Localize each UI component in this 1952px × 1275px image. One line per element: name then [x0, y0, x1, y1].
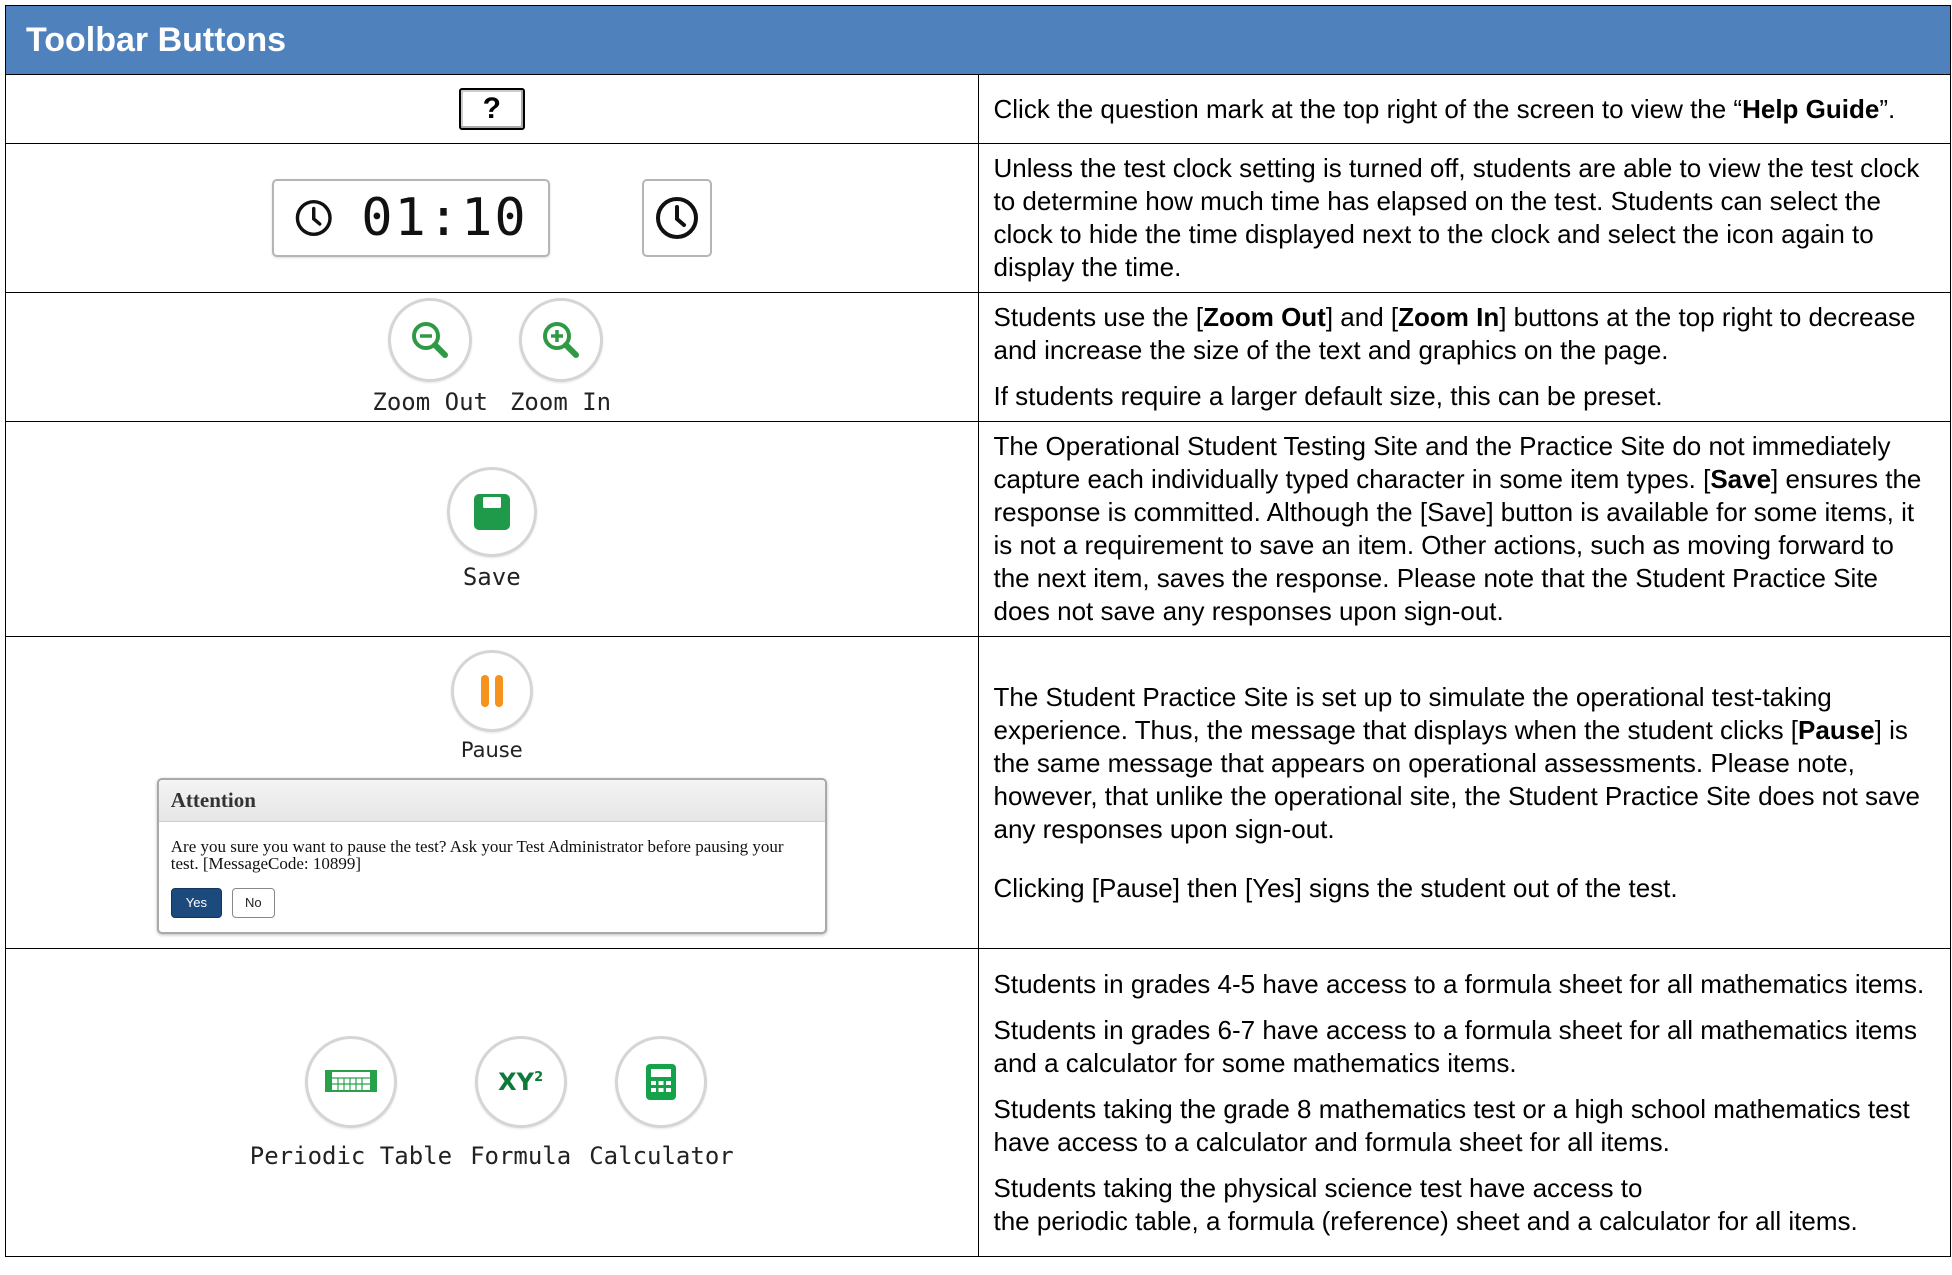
clock-time: 01:10: [361, 188, 528, 248]
test-clock-button[interactable]: 01:10: [271, 179, 550, 257]
zoom-paragraph-1: Students use the [Zoom Out] and [Zoom In…: [994, 301, 1935, 367]
formula-icon: XY2: [498, 1068, 543, 1096]
table-row-pause: Pause Attention Are you sure you want to…: [5, 636, 1951, 949]
tools-paragraph-3: Students taking the grade 8 mathematics …: [993, 1093, 1910, 1157]
formula-icon-sup: 2: [534, 1069, 544, 1085]
zoom-in-icon: [542, 322, 579, 358]
question-mark-icon: ?: [482, 92, 501, 125]
help-desc-text: Click the question mark at the top right…: [993, 93, 1743, 124]
pause-icon: [480, 674, 503, 707]
formula-icon-text: XY: [498, 1067, 535, 1096]
tools-description: Students in grades 4-5 have access to a …: [977, 948, 1951, 1257]
tools-p4-line1: Students taking the physical science tes…: [993, 1172, 1643, 1203]
save-button[interactable]: Save: [446, 467, 537, 591]
pause-bold: Pause: [1798, 714, 1875, 745]
table-row-save: Save The Operational Student Testing Sit…: [5, 421, 1951, 637]
save-icon: [473, 494, 510, 530]
tools-paragraph-1: Students in grades 4-5 have access to a …: [993, 968, 1925, 999]
zoom-in-button[interactable]: Zoom In: [510, 298, 611, 416]
formula-label: Formula: [470, 1141, 572, 1170]
calculator-label: Calculator: [589, 1141, 734, 1170]
table-row-tools: Periodic Table XY2 Formula Calculator St…: [5, 948, 1951, 1257]
help-guide-bold: Help Guide: [1742, 93, 1880, 124]
save-icon-cell: Save: [5, 421, 979, 637]
zoom-icon-cell: Zoom Out Zoom In: [5, 292, 979, 422]
pause-label: Pause: [460, 737, 523, 762]
table-row-clock: 01:10 Unless the test clock setting is t…: [5, 143, 1951, 293]
zoom-in-label: Zoom In: [509, 388, 612, 416]
clock-icon: [295, 199, 332, 237]
attention-dialog: Attention Are you sure you want to pause…: [156, 777, 827, 934]
table-row-help: ? Click the question mark at the top rig…: [5, 74, 1951, 144]
dialog-message: Are you sure you want to pause the test?…: [170, 836, 784, 873]
zoom-text: ] and [: [1325, 302, 1399, 332]
dialog-yes-button[interactable]: Yes: [170, 887, 222, 918]
pause-icon-cell: Pause Attention Are you sure you want to…: [5, 636, 979, 949]
periodic-table-label: Periodic Table: [249, 1141, 453, 1170]
zoom-out-label: Zoom Out: [372, 388, 488, 416]
zoom-text: Students use the [: [993, 302, 1204, 332]
zoom-description: Students use the [Zoom Out] and [Zoom In…: [977, 292, 1951, 422]
help-icon-cell: ?: [5, 74, 979, 144]
zoom-out-bold: Zoom Out: [1203, 302, 1326, 332]
pause-text: The Student Practice Site is set up to s…: [993, 681, 1832, 745]
calculator-icon: [646, 1063, 677, 1100]
tools-paragraph-2: Students in grades 6-7 have access to a …: [993, 1014, 1917, 1078]
tools-icon-cell: Periodic Table XY2 Formula Calculator: [5, 948, 979, 1257]
pause-button[interactable]: Pause: [450, 649, 533, 762]
tools-paragraph-4: Students taking the physical science tes…: [994, 1172, 1935, 1238]
pause-paragraph-1: The Student Practice Site is set up to s…: [994, 681, 1935, 846]
toolbar-buttons-document: Toolbar Buttons ? Click the question mar…: [5, 5, 1951, 1257]
dialog-title: Attention: [158, 779, 825, 822]
pause-paragraph-2: Clicking [Pause] then [Yes] signs the st…: [993, 872, 1678, 903]
zoom-out-button[interactable]: Zoom Out: [372, 298, 488, 416]
help-desc-end: ”.: [1879, 93, 1896, 124]
pause-description: The Student Practice Site is set up to s…: [977, 636, 1951, 949]
periodic-table-icon: [324, 1069, 377, 1092]
tools-p4-line2: the periodic table, a formula (reference…: [993, 1205, 1858, 1236]
zoom-out-icon: [412, 322, 449, 358]
dialog-no-button[interactable]: No: [231, 887, 275, 918]
periodic-table-button[interactable]: Periodic Table: [249, 1035, 453, 1170]
calculator-button[interactable]: Calculator: [589, 1035, 734, 1170]
clock-icon: [655, 197, 698, 239]
save-description: The Operational Student Testing Site and…: [977, 421, 1951, 637]
save-label: Save: [462, 563, 521, 591]
toolbar-buttons-table: Toolbar Buttons ? Click the question mar…: [5, 5, 1951, 1257]
save-bold: Save: [1710, 464, 1772, 494]
zoom-paragraph-2: If students require a larger default siz…: [993, 381, 1663, 411]
table-header: Toolbar Buttons: [5, 5, 1951, 75]
clock-description: Unless the test clock setting is turned …: [977, 143, 1951, 293]
zoom-in-bold: Zoom In: [1398, 302, 1500, 332]
clock-hidden-button[interactable]: [641, 179, 712, 257]
clock-icon-cell: 01:10: [5, 143, 979, 293]
table-row-zoom: Zoom Out Zoom In Students use the [Zoom …: [5, 292, 1951, 422]
help-description: Click the question mark at the top right…: [977, 74, 1951, 144]
formula-button[interactable]: XY2 Formula: [470, 1035, 572, 1170]
help-button[interactable]: ?: [458, 88, 525, 130]
